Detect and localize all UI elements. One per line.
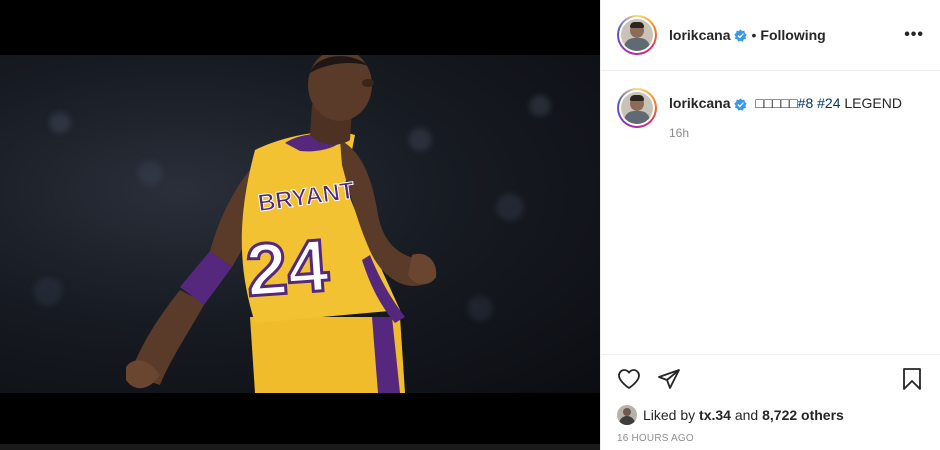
basketball-player-image: BRYANT 24: [126, 55, 437, 393]
avatar-border: [619, 17, 655, 53]
comments-section: lorikcana □□□□□#8 #24 LEGEND 16h: [601, 71, 940, 354]
hashtag-link[interactable]: #24: [817, 95, 840, 111]
likes-prefix: Liked by: [643, 407, 696, 423]
bookmark-icon[interactable]: [900, 367, 924, 391]
likes-text: Liked by tx.34 and 8,722 others: [643, 407, 844, 423]
avatar-shirt: [624, 111, 650, 124]
separator-dot: •: [751, 27, 757, 43]
avatar-hair: [630, 22, 644, 28]
paper-plane-icon[interactable]: [657, 367, 681, 391]
verified-badge-icon: [734, 28, 748, 42]
background-strip: [0, 444, 600, 450]
verified-badge-icon: [734, 98, 748, 111]
caption-row: lorikcana □□□□□#8 #24 LEGEND 16h: [617, 88, 924, 140]
more-options-icon[interactable]: •••: [904, 26, 924, 44]
post-timestamp[interactable]: 16 HOURS AGO: [601, 425, 940, 444]
caption-body: lorikcana □□□□□#8 #24 LEGEND 16h: [669, 88, 902, 140]
avatar-photo: [621, 19, 653, 51]
post-side-panel: lorikcana • Following ••• lorikcana □□□□…: [600, 0, 940, 450]
post-actions-area: Liked by tx.34 and 8,722 others 16 HOURS…: [601, 354, 940, 444]
avatar-shirt: [624, 38, 650, 51]
likes-count[interactable]: 8,722 others: [762, 407, 844, 423]
avatar-hair: [630, 95, 644, 101]
avatar-body: [619, 416, 635, 425]
liker-avatar[interactable]: [617, 405, 637, 425]
avatar-photo: [621, 92, 653, 124]
post-media-pane: BRYANT 24: [0, 0, 600, 450]
caption-username[interactable]: lorikcana: [669, 95, 730, 111]
avatar-border: [619, 90, 655, 126]
profile-avatar[interactable]: [617, 15, 657, 55]
avatar-head: [623, 408, 631, 416]
caption-time[interactable]: 16h: [669, 126, 902, 140]
post-photo[interactable]: BRYANT 24: [0, 55, 600, 393]
caption-prefix: □□□□□: [755, 95, 798, 111]
likes-row: Liked by tx.34 and 8,722 others: [601, 403, 940, 425]
heart-icon[interactable]: [617, 367, 641, 391]
header-username[interactable]: lorikcana: [669, 27, 730, 43]
caption-suffix: LEGEND: [844, 95, 902, 111]
likes-and: and: [734, 407, 759, 423]
following-button[interactable]: Following: [760, 27, 825, 43]
caption-line: lorikcana □□□□□#8 #24 LEGEND: [669, 94, 902, 112]
hashtag-link[interactable]: #8: [798, 95, 814, 111]
action-bar: [601, 355, 940, 403]
svg-text:24: 24: [243, 223, 331, 312]
post-header: lorikcana • Following •••: [601, 0, 940, 71]
caption-avatar[interactable]: [617, 88, 657, 128]
liker-username[interactable]: tx.34: [699, 407, 731, 423]
